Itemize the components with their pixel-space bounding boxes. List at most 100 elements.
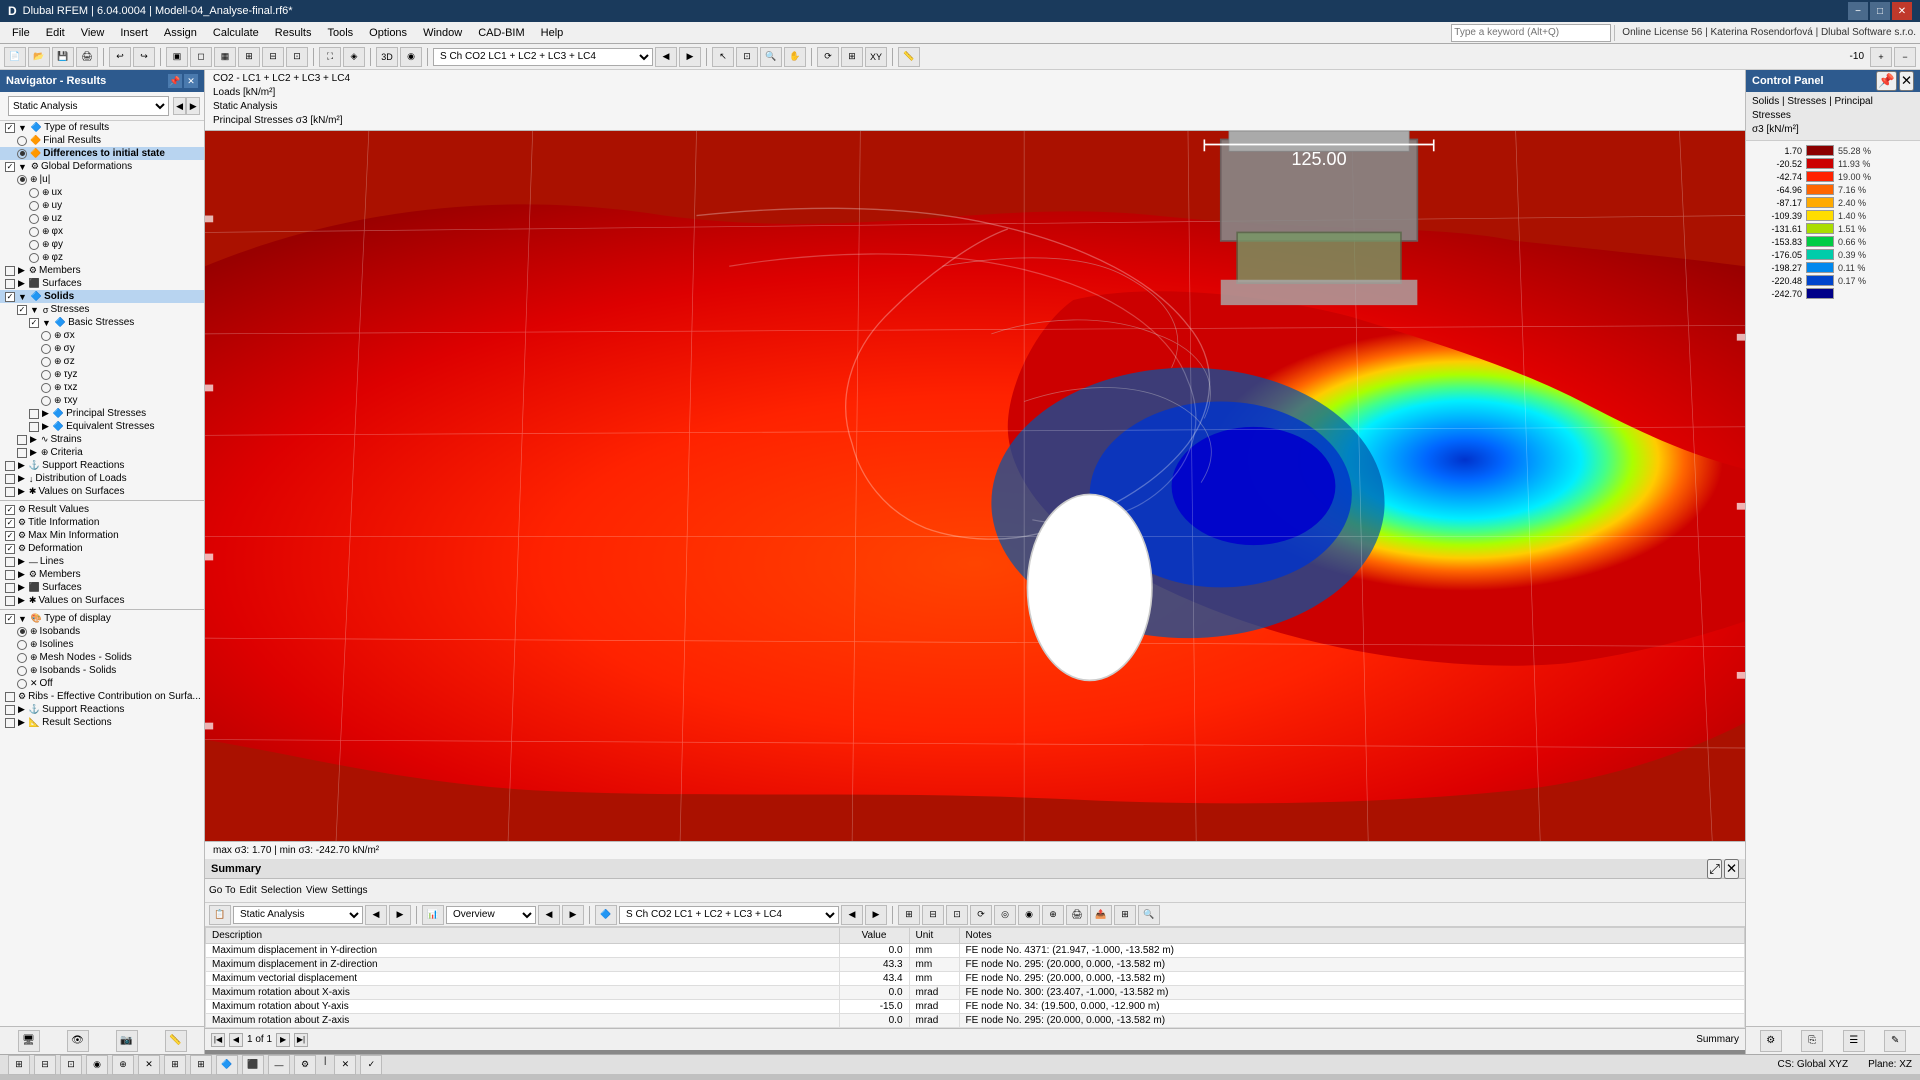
sb-btn-10[interactable]: ⬛ bbox=[242, 1055, 264, 1075]
tree-item-members[interactable]: ▶ ⚙ Members bbox=[0, 264, 204, 277]
tree-item-type-of-results[interactable]: ✓ ▼ 🔷 Type of results bbox=[0, 121, 204, 134]
checkbox-global-def[interactable]: ✓ bbox=[5, 162, 15, 172]
tb-sum-11[interactable]: 🔍 bbox=[1138, 905, 1160, 925]
radio-phi-z[interactable] bbox=[29, 253, 39, 263]
nav-close-button[interactable]: ✕ bbox=[184, 74, 198, 88]
tb-btn-3[interactable]: ▦ bbox=[214, 47, 236, 67]
checkbox-type-of-results[interactable]: ✓ bbox=[5, 123, 15, 133]
checkbox-support-reactions2[interactable] bbox=[5, 705, 15, 715]
viewport[interactable]: 125.00 bbox=[205, 131, 1745, 841]
tree-item-u-abs[interactable]: ⊕ |u| bbox=[0, 173, 204, 186]
menu-cadbim[interactable]: CAD-BIM bbox=[470, 25, 532, 41]
tb-sum-5[interactable]: ◎ bbox=[994, 905, 1016, 925]
checkbox-maxmin-info[interactable]: ✓ bbox=[5, 531, 15, 541]
checkbox-ribs[interactable] bbox=[5, 692, 15, 702]
save-button[interactable]: 💾 bbox=[52, 47, 74, 67]
sb-btn-6[interactable]: ✕ bbox=[138, 1055, 160, 1075]
tb-render[interactable]: ◉ bbox=[400, 47, 422, 67]
checkbox-deformation[interactable]: ✓ bbox=[5, 544, 15, 554]
summary-case-prev[interactable]: ◀ bbox=[841, 905, 863, 925]
menu-edit[interactable]: Edit bbox=[38, 25, 73, 41]
tree-item-lines[interactable]: ▶ — Lines bbox=[0, 555, 204, 568]
sb-btn-11[interactable]: — bbox=[268, 1055, 290, 1075]
nav-prev-button[interactable]: ◀ bbox=[173, 97, 187, 115]
tb-fit[interactable]: ⊞ bbox=[841, 47, 863, 67]
tree-item-isobands[interactable]: ⊕ Isobands bbox=[0, 625, 204, 638]
summary-view[interactable]: View bbox=[306, 885, 328, 896]
tb-zoom-in[interactable]: + bbox=[1870, 47, 1892, 67]
checkbox-result-values[interactable]: ✓ bbox=[5, 505, 15, 515]
radio-sigma-y[interactable] bbox=[41, 344, 51, 354]
radio-isobands-solids[interactable] bbox=[17, 666, 27, 676]
tb-pan[interactable]: ✋ bbox=[784, 47, 806, 67]
tree-item-strains[interactable]: ▶ ∿ Strains bbox=[0, 433, 204, 446]
tree-item-members2[interactable]: ▶ ⚙ Members bbox=[0, 568, 204, 581]
next-case-button[interactable]: ▶ bbox=[679, 47, 701, 67]
checkbox-principal[interactable] bbox=[29, 409, 39, 419]
menu-insert[interactable]: Insert bbox=[112, 25, 156, 41]
radio-phi-x[interactable] bbox=[29, 227, 39, 237]
tb-view-xy[interactable]: XY bbox=[865, 47, 887, 67]
sb-btn-2[interactable]: ⊟ bbox=[34, 1055, 56, 1075]
summary-case-next[interactable]: ▶ bbox=[865, 905, 887, 925]
tree-item-support-reactions[interactable]: ▶ ⚓ Support Reactions bbox=[0, 459, 204, 472]
menu-view[interactable]: View bbox=[73, 25, 113, 41]
sb-btn-1[interactable]: ⊞ bbox=[8, 1055, 30, 1075]
tree-item-surfaces[interactable]: ▶ ⬛ Surfaces bbox=[0, 277, 204, 290]
tb-view-3d[interactable]: 3D bbox=[376, 47, 398, 67]
summary-combo-icon[interactable]: 🔷 bbox=[595, 905, 617, 925]
nav-next-button[interactable]: ▶ bbox=[186, 97, 200, 115]
nav-analysis-dropdown[interactable]: Static Analysis bbox=[8, 96, 169, 116]
checkbox-type-display[interactable]: ✓ bbox=[5, 614, 15, 624]
tb-rotate[interactable]: ⟳ bbox=[817, 47, 839, 67]
checkbox-surfaces2[interactable] bbox=[5, 583, 15, 593]
keyword-search[interactable] bbox=[1451, 24, 1611, 42]
tree-item-isobands-solids[interactable]: ⊕ Isobands - Solids bbox=[0, 664, 204, 677]
radio-tau-xz[interactable] bbox=[41, 383, 51, 393]
tree-item-surfaces2[interactable]: ▶ ⬛ Surfaces bbox=[0, 581, 204, 594]
checkbox-title-info[interactable]: ✓ bbox=[5, 518, 15, 528]
summary-close-button[interactable]: ✕ bbox=[1724, 859, 1739, 879]
sb-btn-5[interactable]: ⊕ bbox=[112, 1055, 134, 1075]
tree-item-title-info[interactable]: ✓ ⚙ Title Information bbox=[0, 516, 204, 529]
radio-uz[interactable] bbox=[29, 214, 39, 224]
tb-sum-7[interactable]: ⊕ bbox=[1042, 905, 1064, 925]
summary-analysis-combo[interactable]: Static Analysis bbox=[233, 906, 363, 924]
tb-btn-2[interactable]: ◻ bbox=[190, 47, 212, 67]
print-button[interactable]: 🖨 bbox=[76, 47, 98, 67]
tree-item-tau-yz[interactable]: ⊕ τyz bbox=[0, 368, 204, 381]
tree-item-solids[interactable]: ✓ ▼ 🔷 Solids bbox=[0, 290, 204, 303]
prev-case-button[interactable]: ◀ bbox=[655, 47, 677, 67]
sb-btn-4[interactable]: ◉ bbox=[86, 1055, 108, 1075]
checkbox-surfaces[interactable] bbox=[5, 279, 15, 289]
radio-sigma-x[interactable] bbox=[41, 331, 51, 341]
summary-overview-icon[interactable]: 📊 bbox=[422, 905, 444, 925]
tree-item-isolines[interactable]: ⊕ Isolines bbox=[0, 638, 204, 651]
tb-sum-2[interactable]: ⊟ bbox=[922, 905, 944, 925]
summary-ov-prev-button[interactable]: ◀ bbox=[538, 905, 560, 925]
tree-item-tau-xz[interactable]: ⊕ τxz bbox=[0, 381, 204, 394]
rp-list-button[interactable]: ☰ bbox=[1843, 1030, 1865, 1052]
tb-sum-6[interactable]: ◉ bbox=[1018, 905, 1040, 925]
menu-window[interactable]: Window bbox=[415, 25, 470, 41]
radio-sigma-z[interactable] bbox=[41, 357, 51, 367]
summary-next-button[interactable]: ▶ bbox=[389, 905, 411, 925]
tree-item-tau-xy[interactable]: ⊕ τxy bbox=[0, 394, 204, 407]
tree-item-final-results[interactable]: 🔶 Final Results bbox=[0, 134, 204, 147]
sb-btn-14[interactable]: ✓ bbox=[360, 1055, 382, 1075]
summary-case-combo[interactable]: S Ch CO2 LC1 + LC2 + LC3 + LC4 bbox=[619, 906, 839, 924]
radio-tau-xy[interactable] bbox=[41, 396, 51, 406]
checkbox-strains[interactable] bbox=[17, 435, 27, 445]
tree-item-mesh-nodes-solids[interactable]: ⊕ Mesh Nodes - Solids bbox=[0, 651, 204, 664]
tree-item-criteria[interactable]: ▶ ⊕ Criteria bbox=[0, 446, 204, 459]
menu-assign[interactable]: Assign bbox=[156, 25, 205, 41]
tree-item-global-deformations[interactable]: ✓ ▼ ⚙ Global Deformations bbox=[0, 160, 204, 173]
radio-differences[interactable] bbox=[17, 149, 27, 159]
tb-btn-5[interactable]: ⊟ bbox=[262, 47, 284, 67]
checkbox-solids[interactable]: ✓ bbox=[5, 292, 15, 302]
tb-zoom-out[interactable]: − bbox=[1894, 47, 1916, 67]
tb-sum-10[interactable]: ⊞ bbox=[1114, 905, 1136, 925]
menu-calculate[interactable]: Calculate bbox=[205, 25, 267, 41]
summary-table-icon[interactable]: 📋 bbox=[209, 905, 231, 925]
tree-item-off[interactable]: ✕ Off bbox=[0, 677, 204, 690]
